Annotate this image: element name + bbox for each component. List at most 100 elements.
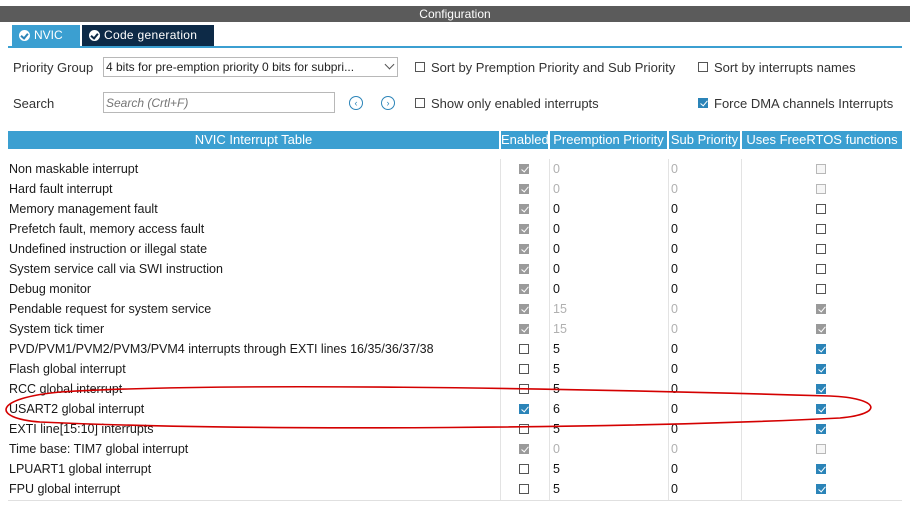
table-row[interactable]: FPU global interrupt 5 0: [0, 479, 910, 499]
sort-priority-label: Sort by Premption Priority and Sub Prior…: [431, 60, 676, 75]
uses-freertos-checkbox[interactable]: [816, 364, 826, 374]
preemption-priority-value[interactable]: 5: [553, 379, 560, 399]
sub-priority-value[interactable]: 0: [671, 419, 678, 439]
table-row[interactable]: EXTI line[15:10] interrupts 5 0: [0, 419, 910, 439]
preemption-priority-value: 0: [553, 162, 560, 176]
search-input[interactable]: [103, 92, 335, 113]
interrupt-name: RCC global interrupt: [9, 382, 123, 396]
preemption-priority-value[interactable]: 0: [553, 279, 560, 299]
preemption-priority-value[interactable]: 6: [553, 399, 560, 419]
enabled-checkbox[interactable]: [519, 404, 529, 414]
check-circle-icon: [19, 30, 30, 41]
sub-priority-value[interactable]: 0: [671, 379, 678, 399]
preemption-priority-value[interactable]: 5: [553, 339, 560, 359]
uses-freertos-checkbox[interactable]: [816, 284, 826, 294]
tab-code-generation[interactable]: Code generation: [82, 25, 214, 46]
tab-code-generation-label: Code generation: [104, 28, 198, 42]
preemption-priority-value[interactable]: 5: [553, 359, 560, 379]
table-row[interactable]: PVD/PVM1/PVM2/PVM3/PVM4 interrupts throu…: [0, 339, 910, 359]
table-row[interactable]: LPUART1 global interrupt 5 0: [0, 459, 910, 479]
uses-freertos-checkbox[interactable]: [816, 384, 826, 394]
sub-priority-value: 0: [671, 442, 678, 456]
enabled-checkbox[interactable]: [519, 464, 529, 474]
uses-freertos-checkbox[interactable]: [816, 224, 826, 234]
preemption-priority-value[interactable]: 5: [553, 459, 560, 479]
uses-freertos-checkbox[interactable]: [816, 404, 826, 414]
sub-priority-value[interactable]: 0: [671, 239, 678, 259]
chevron-down-icon: [384, 59, 395, 70]
interrupt-name: System service call via SWI instruction: [9, 262, 223, 276]
preemption-priority-value: 15: [553, 302, 567, 316]
preemption-priority-value[interactable]: 5: [553, 419, 560, 439]
preemption-priority-value[interactable]: 0: [553, 219, 560, 239]
tab-bar: NVIC Code generation: [8, 25, 902, 48]
next-icon[interactable]: ›: [381, 96, 395, 110]
uses-freertos-checkbox[interactable]: [816, 464, 826, 474]
enabled-checkbox[interactable]: [519, 384, 529, 394]
sub-priority-value[interactable]: 0: [671, 219, 678, 239]
table-row[interactable]: RCC global interrupt 5 0: [0, 379, 910, 399]
table-row[interactable]: Debug monitor 0 0: [0, 279, 910, 299]
interrupt-name: Debug monitor: [9, 282, 91, 296]
uses-freertos-checkbox[interactable]: [816, 424, 826, 434]
table-row[interactable]: Memory management fault 0 0: [0, 199, 910, 219]
table-row[interactable]: Non maskable interrupt 0 0: [0, 159, 910, 179]
preemption-priority-value[interactable]: 0: [553, 259, 560, 279]
table-row[interactable]: Pendable request for system service 15 0: [0, 299, 910, 319]
priority-group-select[interactable]: 4 bits for pre-emption priority 0 bits f…: [103, 57, 398, 77]
enabled-checkbox: [519, 444, 529, 454]
header-preemption-priority[interactable]: Preemption Priority: [550, 131, 667, 149]
check-circle-icon: [89, 30, 100, 41]
tab-nvic[interactable]: NVIC: [12, 25, 80, 46]
uses-freertos-checkbox[interactable]: [816, 344, 826, 354]
sub-priority-value[interactable]: 0: [671, 279, 678, 299]
table-row[interactable]: Undefined instruction or illegal state 0 0: [0, 239, 910, 259]
enabled-checkbox: [519, 244, 529, 254]
sub-priority-value[interactable]: 0: [671, 339, 678, 359]
enabled-checkbox[interactable]: [519, 484, 529, 494]
sort-names-label: Sort by interrupts names: [714, 60, 856, 75]
enabled-checkbox[interactable]: [519, 344, 529, 354]
force-dma-checkbox[interactable]: [698, 98, 708, 108]
sub-priority-value[interactable]: 0: [671, 359, 678, 379]
header-uses-freertos[interactable]: Uses FreeRTOS functions: [742, 131, 902, 149]
header-enabled[interactable]: Enabled: [501, 131, 548, 149]
table-row[interactable]: Hard fault interrupt 0 0: [0, 179, 910, 199]
table-row[interactable]: Prefetch fault, memory access fault 0 0: [0, 219, 910, 239]
show-enabled-checkbox[interactable]: [415, 98, 425, 108]
interrupt-name: Time base: TIM7 global interrupt: [9, 442, 189, 456]
sort-names-checkbox[interactable]: [698, 62, 708, 72]
table-row[interactable]: Flash global interrupt 5 0: [0, 359, 910, 379]
sub-priority-value[interactable]: 0: [671, 399, 678, 419]
enabled-checkbox[interactable]: [519, 364, 529, 374]
preemption-priority-value[interactable]: 5: [553, 479, 560, 499]
window-title: Configuration: [0, 6, 910, 22]
show-enabled-label: Show only enabled interrupts: [431, 96, 599, 111]
table-row[interactable]: System service call via SWI instruction 0…: [0, 259, 910, 279]
enabled-checkbox[interactable]: [519, 424, 529, 434]
sub-priority-value[interactable]: 0: [671, 199, 678, 219]
sub-priority-value[interactable]: 0: [671, 259, 678, 279]
uses-freertos-checkbox[interactable]: [816, 204, 826, 214]
sub-priority-value: 0: [671, 182, 678, 196]
sort-priority-checkbox[interactable]: [415, 62, 425, 72]
table-row[interactable]: Time base: TIM7 global interrupt 0 0: [0, 439, 910, 459]
sub-priority-value[interactable]: 0: [671, 459, 678, 479]
interrupt-name: EXTI line[15:10] interrupts: [9, 422, 154, 436]
enabled-checkbox: [519, 164, 529, 174]
preemption-priority-value[interactable]: 0: [553, 199, 560, 219]
sub-priority-value[interactable]: 0: [671, 479, 678, 499]
uses-freertos-checkbox[interactable]: [816, 264, 826, 274]
table-bottom-border: [8, 500, 902, 501]
interrupt-name: PVD/PVM1/PVM2/PVM3/PVM4 interrupts throu…: [9, 342, 434, 356]
uses-freertos-checkbox[interactable]: [816, 244, 826, 254]
preemption-priority-value[interactable]: 0: [553, 239, 560, 259]
enabled-checkbox: [519, 264, 529, 274]
header-interrupt-table[interactable]: NVIC Interrupt Table: [8, 131, 499, 149]
enabled-checkbox: [519, 204, 529, 214]
table-row[interactable]: USART2 global interrupt 6 0: [0, 399, 910, 419]
header-sub-priority[interactable]: Sub Priority: [669, 131, 740, 149]
previous-icon[interactable]: ‹: [349, 96, 363, 110]
table-row[interactable]: System tick timer 15 0: [0, 319, 910, 339]
uses-freertos-checkbox[interactable]: [816, 484, 826, 494]
